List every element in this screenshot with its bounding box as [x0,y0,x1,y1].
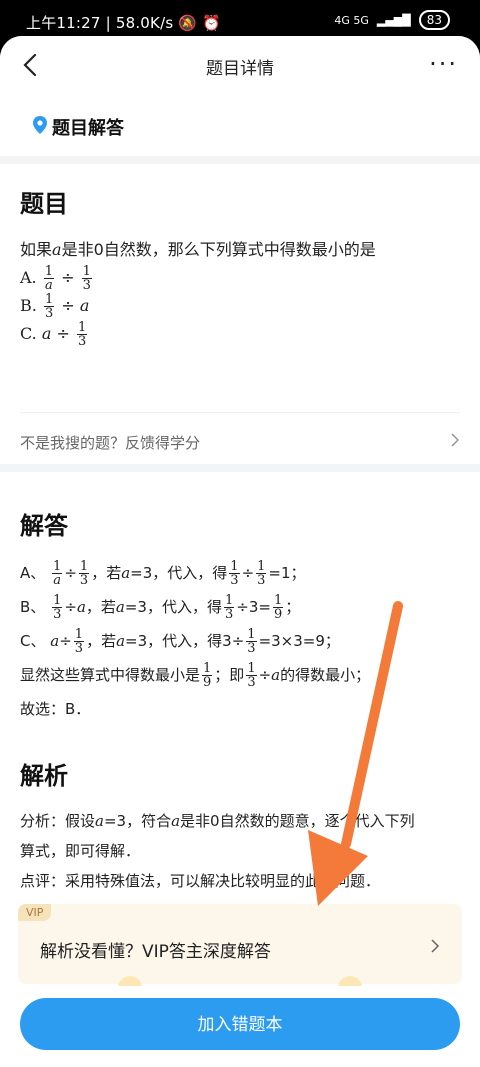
option-prefix: B. [20,296,37,315]
network-speed: 58.0K/s [115,14,174,32]
fraction: 13 [77,320,88,349]
analysis-line-1: 分析：假设a=3，符合a是非0自然数的题意，逐个代入下列 [20,812,415,830]
option-a: A. 1a ÷ 13 [20,264,94,292]
fraction: 1a [43,264,55,293]
analysis-line-3: 点评：采用特殊值法，可以解决比较明显的此类问题． [20,872,381,890]
divider [20,412,460,413]
answer-heading: 解答 [20,512,68,540]
divide-sign: ÷ [61,268,75,287]
chevron-right-icon [431,939,440,953]
status-time: 上午11:27 | 58.0K/s 🔕 ⏰ [26,12,221,33]
answer-line-e: 故选：B． [20,700,91,718]
add-to-mistakes-button[interactable]: 加入错题本 [20,998,460,1050]
question-heading: 题目 [20,190,68,218]
answer-line-c: C、 a÷ 1 3 ，若a=3，代入，得3÷ 1 3 =3×3=9； [20,627,340,656]
divide-sign: ÷ [56,324,70,343]
question-stem: 如果a是非0自然数，那么下列算式中得数最小的是 [20,236,376,264]
answer-line-d: 显然这些算式中得数最小是 1 9 ；即 1 3 ÷a的得数最小； [20,661,371,690]
page-title: 题目详情 [206,59,274,79]
var-a: a [41,324,52,343]
status-right: 4G 5G ▂▄▆█ 83 [334,10,450,30]
divide-sign: ÷ [61,296,75,315]
option-c: C. a ÷ 13 [20,320,89,348]
stem-text: 如果 [20,240,53,259]
option-b: B. 13 ÷ a [20,292,89,320]
fraction: 13 [43,292,55,321]
signal-bars-icon: ▂▄▆█ [376,13,411,27]
question-card: 题目 如果a是非0自然数，那么下列算式中得数最小的是 A. 1a ÷ 13 B.… [0,164,480,464]
var-a: a [79,296,90,315]
section-tag: 题目解答 [0,94,480,156]
top-nav: 题目详情 ··· [0,36,480,94]
analysis-line-2: 算式，即可得解． [20,842,141,860]
status-separator: | [105,14,116,32]
option-prefix: C. [20,324,37,343]
vip-badge: VIP [18,904,52,921]
answer-line-a: A、 1 a ÷ 1 3 ，若a=3，代入，得 1 3 ÷ 1 3 =1； [20,559,306,588]
location-pin-icon [33,116,47,134]
app-screen: 题目详情 ··· 题目解答 题目 如果a是非0自然数，那么下列算式中得数最小的是… [0,36,480,1067]
clock-text: 上午11:27 [26,14,101,32]
fraction: 13 [81,264,92,293]
signal-icon: 4G 5G [334,13,369,27]
feedback-text: 不是我搜的题？反馈得学分 [20,434,201,452]
bottom-bar: 加入错题本 [0,986,480,1067]
alarm-icon: ⏰ [202,14,222,32]
var-a: a [52,240,62,259]
option-prefix: A. [20,268,37,287]
mute-icon: 🔕 [178,14,198,32]
feedback-link[interactable]: 不是我搜的题？反馈得学分 [20,432,460,453]
chevron-right-icon [451,433,460,447]
stem-text-end: 是非0自然数，那么下列算式中得数最小的是 [61,240,376,259]
answer-card: 解答 A、 1 a ÷ 1 3 ，若a=3，代入，得 1 3 ÷ 1 3 =1； B、 1 3 ÷a，若a… [0,472,480,1067]
answer-line-b: B、 1 3 ÷a，若a=3，代入，得 1 3 ÷3= 1 9； [20,593,301,622]
vip-text: 解析没看懂？VIP答主深度解答 [40,942,271,962]
vip-banner[interactable]: VIP 解析没看懂？VIP答主深度解答 [18,904,462,984]
battery-icon: 83 [418,10,450,30]
analysis-heading: 解析 [20,762,68,790]
more-icon[interactable]: ··· [429,50,458,78]
section-tag-label: 题目解答 [52,118,124,139]
